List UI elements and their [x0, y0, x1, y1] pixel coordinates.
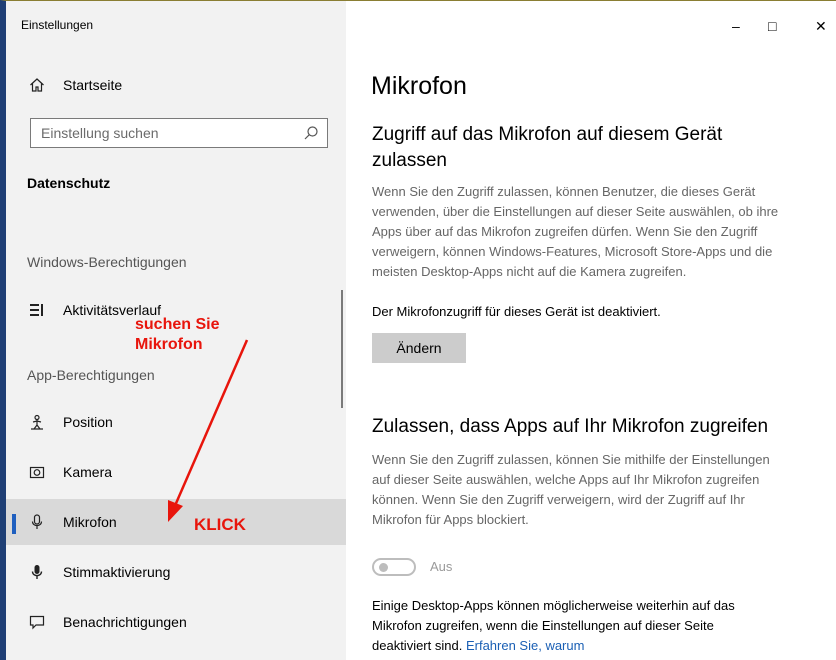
annotation-arrow: [168, 339, 249, 522]
